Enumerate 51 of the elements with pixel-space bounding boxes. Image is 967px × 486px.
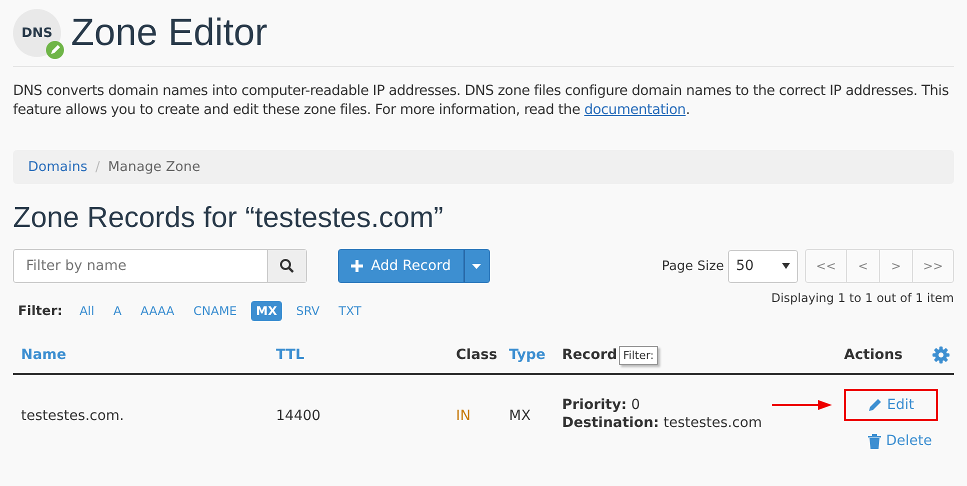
pager-button[interactable]: >>	[912, 249, 954, 283]
search-field[interactable]: Filter by name	[14, 250, 267, 282]
settings-icon[interactable]	[932, 346, 950, 364]
caret-icon	[472, 264, 482, 268]
filter-option[interactable]: AAAA	[136, 301, 180, 321]
caret-icon	[782, 263, 790, 269]
page-size-select[interactable]: 50	[728, 250, 798, 282]
column-header: Actions	[844, 347, 903, 363]
pencil-icon	[868, 398, 882, 412]
pager-button[interactable]: >	[879, 249, 913, 283]
filter-option[interactable]: MX	[250, 301, 282, 321]
page-size-label: Page Size	[662, 258, 724, 274]
breadcrumb-current: Manage Zone	[108, 159, 200, 175]
search-icon	[279, 258, 295, 274]
delete-link[interactable]: Delete	[844, 425, 956, 457]
record-detail: Destination: testestes.com	[562, 415, 762, 431]
table-cell-text: IN	[456, 407, 472, 424]
page-title: Zone Editor	[71, 12, 268, 54]
arrow-annotation	[772, 400, 832, 410]
record-detail: Priority: 0	[562, 397, 640, 413]
documentation-link[interactable]: documentation	[584, 102, 686, 118]
add-dropdown-button[interactable]	[464, 249, 490, 283]
search-bar[interactable]: Filter by name	[13, 249, 307, 283]
breadcrumb-link[interactable]: Domains	[28, 159, 88, 175]
edit-link[interactable]: Edit	[844, 389, 938, 421]
section-title: Zone Records for “testestes.com”	[13, 202, 444, 235]
table-cell-text: testestes.com.	[20, 407, 125, 424]
pager-button[interactable]: <	[846, 249, 880, 283]
pager-button[interactable]: <<	[805, 249, 847, 283]
filter-option[interactable]: SRV	[291, 301, 325, 321]
dns-logo-icon: DNS	[13, 9, 61, 57]
description-text: DNS converts domain names into computer-readable IP addresses. DNS zone files configure domain names to the correct IP addresses. This feature allows you to create and edit these zone files. For more information, read the documentation.	[13, 82, 950, 120]
sortable-column-header[interactable]: Type	[509, 347, 546, 363]
search-button[interactable]	[267, 250, 306, 282]
sortable-column-header[interactable]: TTL	[276, 347, 304, 363]
filter-option[interactable]: TXT	[334, 301, 366, 321]
filter-option[interactable]: CNAME	[188, 301, 242, 321]
table-cell-text: 14400	[276, 407, 322, 424]
filter-option[interactable]: All	[74, 301, 100, 321]
tooltip: Filter:	[619, 346, 658, 364]
filter-label: Filter:	[18, 304, 62, 318]
add-record-button[interactable]: Add Record	[338, 249, 464, 283]
column-header: Record	[562, 347, 618, 363]
filter-option[interactable]: A	[108, 301, 127, 321]
breadcrumb-separator: /	[95, 159, 100, 175]
column-header: Class	[456, 347, 498, 363]
plus-icon	[351, 260, 363, 272]
table-cell-text: MX	[509, 407, 532, 424]
sortable-column-header[interactable]: Name	[21, 347, 66, 363]
displaying-text: Displaying 1 to 1 out of 1 item	[771, 291, 954, 305]
trash-icon	[868, 434, 881, 448]
